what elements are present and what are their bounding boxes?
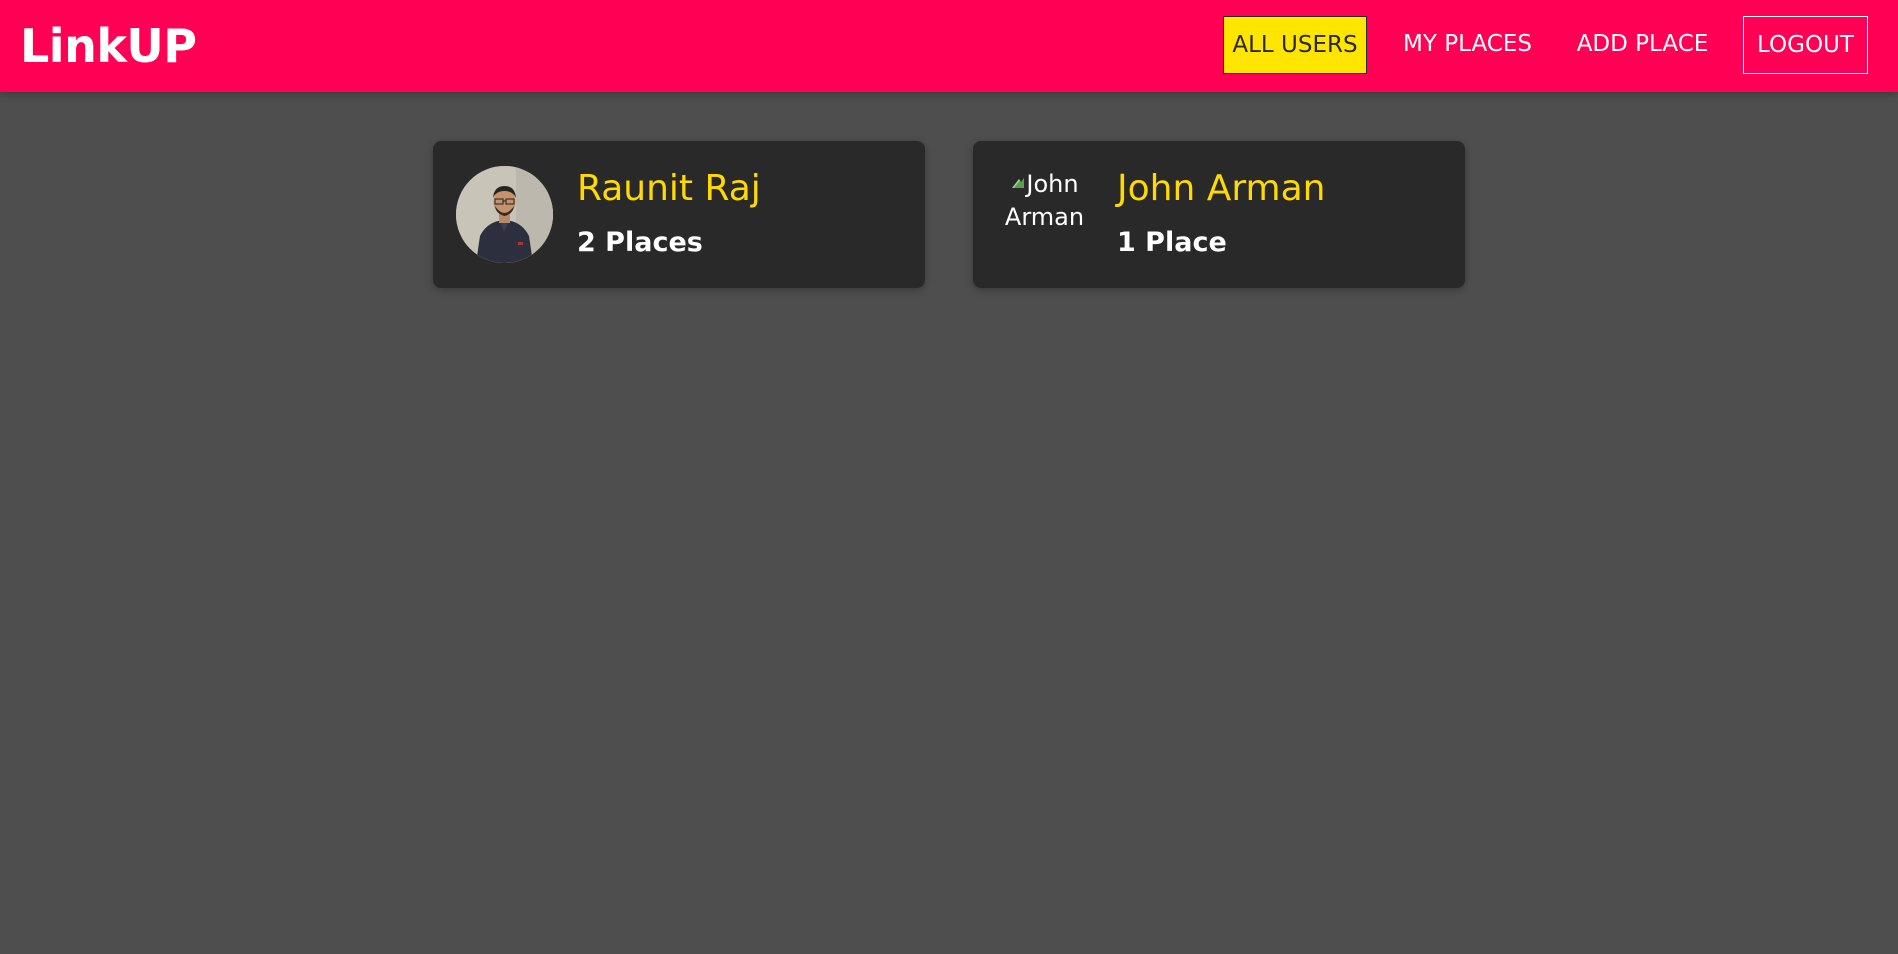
nav-all-users[interactable]: ALL USERS	[1223, 16, 1367, 74]
user-place-count: 2 Places	[577, 227, 703, 258]
user-card[interactable]: John Arman John Arman 1 Place	[973, 141, 1465, 288]
user-card[interactable]: Raunit Raj 2 Places	[433, 141, 925, 288]
user-name: Raunit Raj	[577, 168, 761, 209]
user-avatar: John Arman	[996, 166, 1093, 263]
broken-image-icon	[1010, 166, 1026, 188]
user-avatar	[456, 166, 553, 263]
user-name: John Arman	[1117, 168, 1326, 209]
logout-button[interactable]: LOGOUT	[1743, 16, 1868, 74]
nav-add-place[interactable]: ADD PLACE	[1569, 16, 1716, 74]
user-place-count: 1 Place	[1117, 227, 1227, 258]
app-logo-link[interactable]: LinkUP	[20, 0, 197, 92]
main-header: LinkUP ALL USERS MY PLACES ADD PLACE LOG…	[0, 0, 1898, 92]
nav-my-places[interactable]: MY PLACES	[1390, 16, 1545, 74]
user-photo	[456, 166, 553, 263]
